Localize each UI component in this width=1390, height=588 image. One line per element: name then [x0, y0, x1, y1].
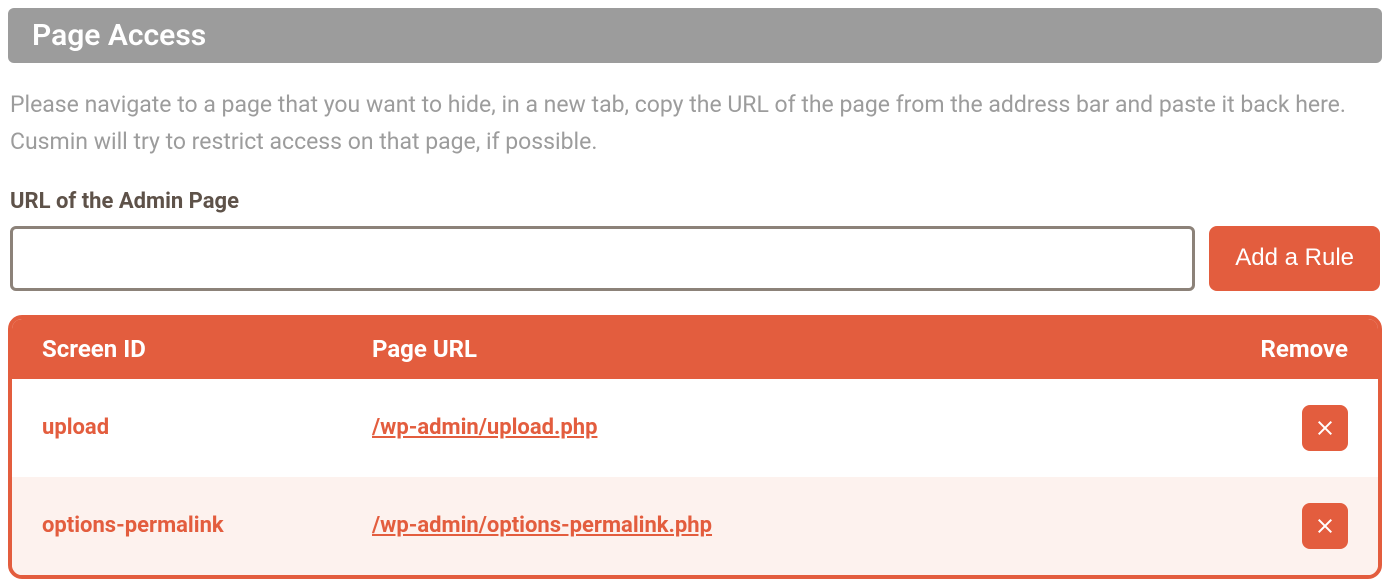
url-input-label: URL of the Admin Page	[8, 189, 1382, 214]
url-input[interactable]	[10, 226, 1195, 291]
remove-button[interactable]	[1302, 503, 1348, 549]
screen-id-cell: options-permalink	[42, 513, 372, 538]
panel-title: Page Access	[32, 18, 206, 53]
add-rule-button[interactable]: Add a Rule	[1209, 226, 1380, 291]
rules-table-header: Screen ID Page URL Remove	[12, 319, 1378, 379]
col-header-page-url: Page URL	[372, 335, 1228, 363]
page-url-link[interactable]: /wp-admin/upload.php	[372, 415, 1228, 440]
description-text: Please navigate to a page that you want …	[8, 87, 1382, 161]
form-row: Add a Rule	[8, 226, 1382, 291]
rules-table: Screen ID Page URL Remove upload /wp-adm…	[8, 315, 1382, 579]
close-icon	[1313, 416, 1337, 440]
close-icon	[1313, 514, 1337, 538]
page-url-link[interactable]: /wp-admin/options-permalink.php	[372, 513, 1228, 538]
table-row: options-permalink /wp-admin/options-perm…	[12, 477, 1378, 575]
remove-button[interactable]	[1302, 405, 1348, 451]
col-header-remove: Remove	[1228, 335, 1348, 363]
table-row: upload /wp-admin/upload.php	[12, 379, 1378, 477]
remove-cell	[1228, 405, 1348, 451]
rules-table-body: upload /wp-admin/upload.php options-perm…	[12, 379, 1378, 575]
col-header-screen-id: Screen ID	[42, 335, 372, 363]
remove-cell	[1228, 503, 1348, 549]
panel-header: Page Access	[8, 8, 1382, 63]
screen-id-cell: upload	[42, 415, 372, 440]
